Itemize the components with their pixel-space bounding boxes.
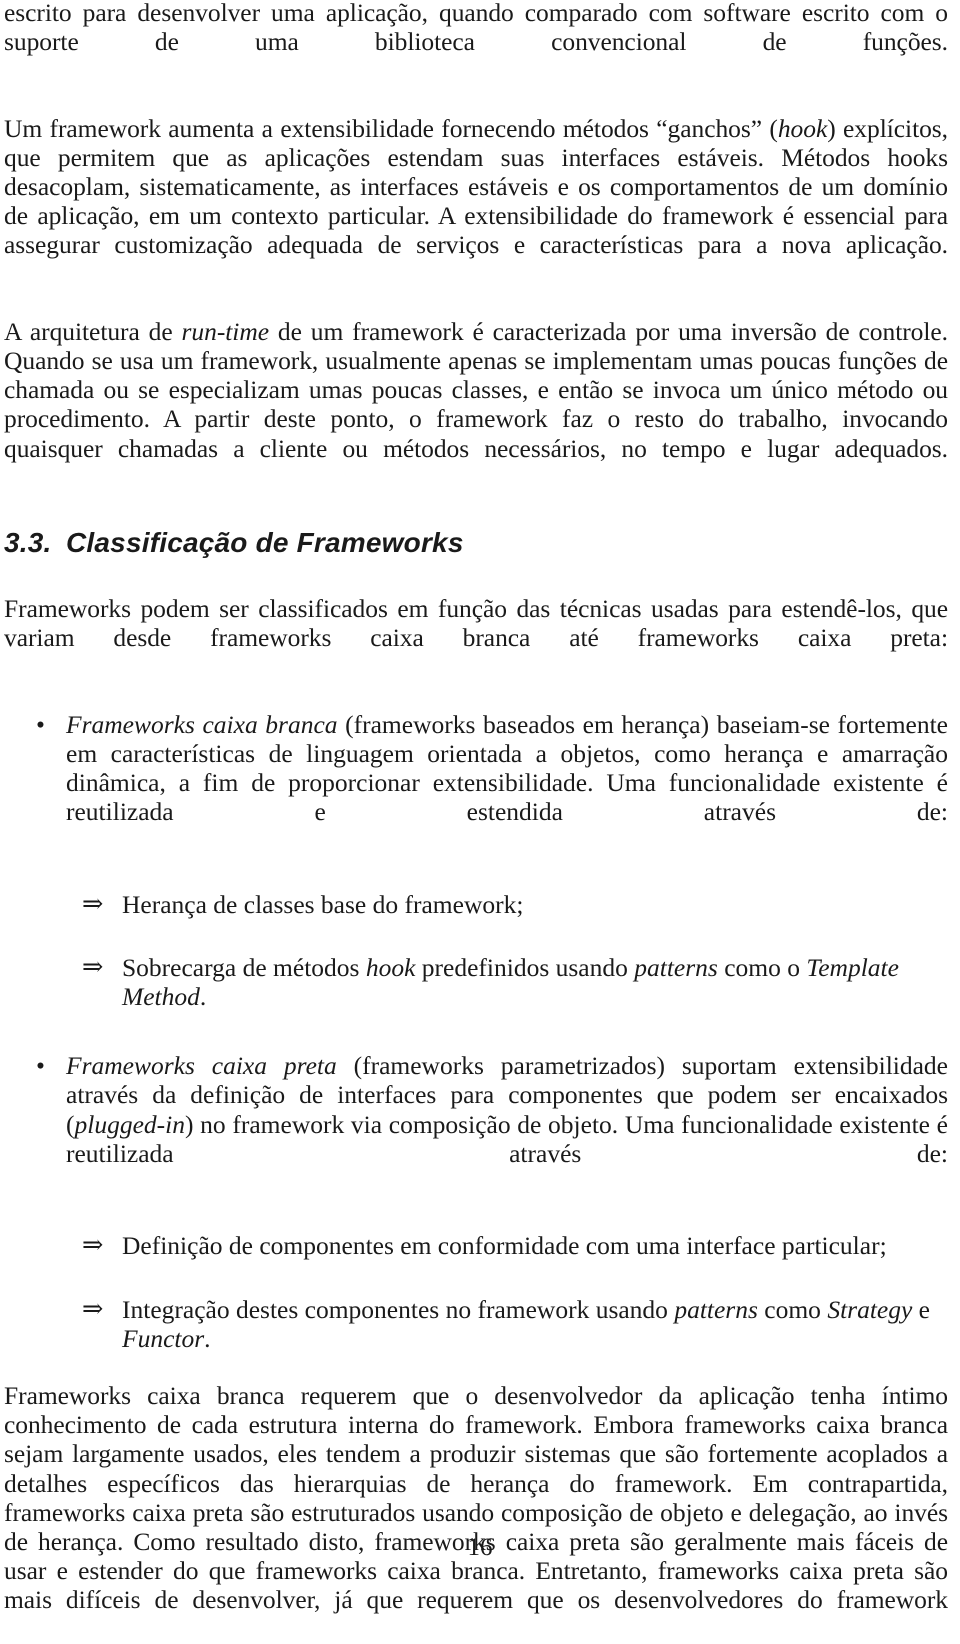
sub-list-item-inheritance: ⇒ Herança de classes base do framework; — [4, 888, 948, 919]
list-item-black-box-text-b: ) no framework via composição de objeto.… — [66, 1109, 948, 1168]
sub-list-item-component-integration: ⇒ Integração destes componentes no framew… — [4, 1293, 948, 1353]
paragraph-intro-text: Frameworks podem ser classificados em fu… — [4, 594, 948, 653]
sub-list-item-component-definition-text: Definição de componentes em conformidade… — [122, 1231, 887, 1261]
bullet-icon: • — [36, 709, 45, 739]
paragraph-intro-classification: Frameworks podem ser classificados em fu… — [4, 594, 948, 682]
sub-hook-part-0: Sobrecarga de métodos — [122, 952, 366, 982]
paragraph-hooks: Um framework aumenta a extensibilidade f… — [4, 114, 948, 289]
paragraph-closing-text: Frameworks caixa branca requerem que o d… — [4, 1380, 948, 1615]
sub-integration-part-4: e — [912, 1294, 930, 1324]
page-body: escrito para desenvolver uma aplicação, … — [4, 0, 948, 1644]
paragraph-closing-comparison: Frameworks caixa branca requerem que o d… — [4, 1381, 948, 1644]
sub-hook-part-6: . — [199, 982, 207, 1012]
double-arrow-icon: ⇒ — [82, 888, 104, 919]
paragraph-runtime: A arquitetura de run-time de um framewor… — [4, 317, 948, 492]
paragraph-hooks-emphasis-hook: hook — [777, 113, 828, 143]
paragraph-runtime-part1: A arquitetura de — [4, 316, 182, 346]
list-item-white-box: • Frameworks caixa branca (frameworks bas… — [4, 710, 948, 856]
paragraph-continuation-text: escrito para desenvolver uma aplicação, … — [4, 0, 948, 57]
bullet-icon: • — [36, 1051, 45, 1081]
list-item-black-box: • Frameworks caixa preta (frameworks para… — [4, 1051, 948, 1197]
page-number: 16 — [467, 1534, 493, 1561]
sub-hook-part-3: patterns — [634, 952, 718, 982]
sub-hook-part-2: predefinidos usando — [415, 952, 635, 982]
section-heading-number: 3.3. — [4, 527, 52, 559]
sub-hook-part-4: como o — [717, 952, 807, 982]
sub-integration-part-2: como — [757, 1294, 828, 1324]
sub-list-item-component-definition: ⇒ Definição de componentes em conformidad… — [4, 1230, 948, 1261]
sub-hook-part-1: hook — [365, 952, 416, 982]
list-item-black-box-emphasis-plugged-in: plugged-in — [74, 1109, 185, 1139]
list-item-black-box-term: Frameworks caixa preta — [66, 1051, 337, 1081]
list-item-white-box-term: Frameworks caixa branca — [66, 709, 338, 739]
sub-integration-part-0: Integração destes componentes no framewo… — [122, 1294, 675, 1324]
sub-integration-part-3: Strategy — [827, 1294, 913, 1324]
sub-integration-part-1: patterns — [674, 1294, 758, 1324]
double-arrow-icon: ⇒ — [82, 1230, 104, 1261]
sub-list-item-hook-overriding: ⇒ Sobrecarga de métodos hook predefinidos… — [4, 951, 948, 1012]
paragraph-continuation: escrito para desenvolver uma aplicação, … — [4, 0, 948, 86]
document-page: escrito para desenvolver uma aplicação, … — [0, 0, 960, 1614]
section-heading: 3.3. Classificação de Frameworks — [4, 526, 948, 560]
sub-integration-part-5: Functor — [122, 1323, 205, 1353]
sub-integration-part-6: . — [204, 1323, 211, 1353]
paragraph-runtime-emphasis-runtime: run-time — [181, 316, 269, 346]
sub-list-item-inheritance-text: Herança de classes base do framework; — [122, 889, 524, 919]
double-arrow-icon: ⇒ — [82, 951, 104, 982]
section-heading-title: Classificação de Frameworks — [66, 527, 464, 559]
paragraph-hooks-part1: Um framework aumenta a extensibilidade f… — [4, 113, 778, 143]
double-arrow-icon: ⇒ — [82, 1293, 104, 1324]
